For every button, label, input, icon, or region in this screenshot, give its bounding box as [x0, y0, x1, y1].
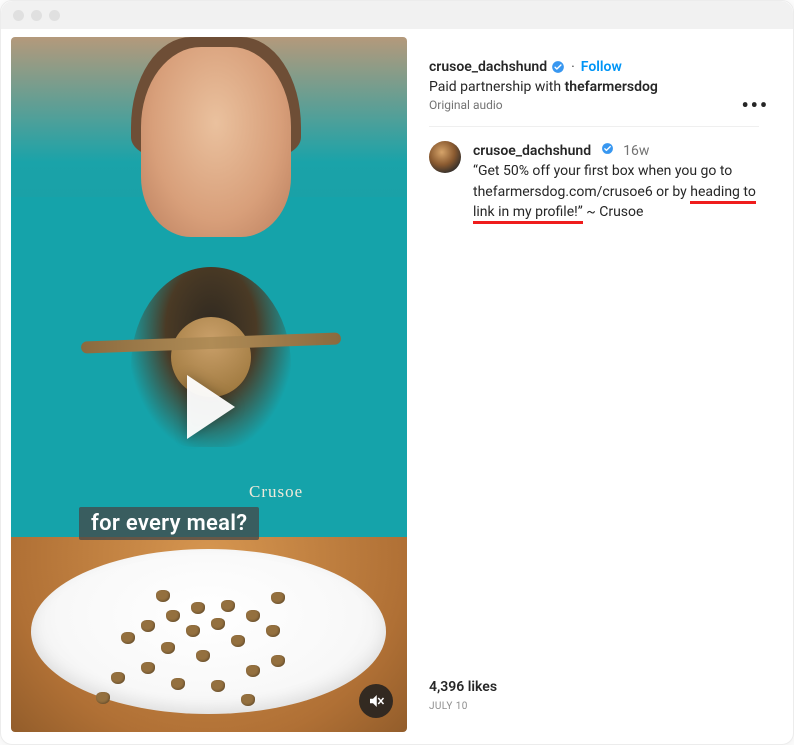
caption-comment: crusoe_dachshund 16w “Get 50% off your f… [429, 141, 759, 222]
kibble-piece [171, 678, 185, 690]
kibble-piece [141, 662, 155, 674]
comment-author-username[interactable]: crusoe_dachshund [473, 143, 591, 159]
kibble-piece [166, 610, 180, 622]
separator-dot: · [569, 59, 577, 75]
audio-muted-icon [367, 692, 385, 710]
kibble-piece [221, 600, 235, 612]
comments-scroll-area[interactable]: crusoe_dachshund 16w “Get 50% off your f… [429, 127, 775, 671]
plate [31, 549, 386, 714]
kibble-piece [186, 625, 200, 637]
post-header: crusoe_dachshund · Follow Paid partnersh… [429, 37, 775, 126]
post-content: Crusoe for every meal? [1, 29, 793, 744]
kibble-piece [156, 590, 170, 602]
more-options-button[interactable]: ••• [741, 93, 769, 117]
comment-text-after: ~ Crusoe [583, 204, 644, 220]
kibble-piece [231, 635, 245, 647]
verified-badge-icon [601, 142, 614, 155]
avatar[interactable] [429, 141, 461, 173]
post-date: July 10 [429, 701, 765, 712]
kibble-piece [161, 642, 175, 654]
kibble-piece [266, 625, 280, 637]
window-minimize-dot[interactable] [31, 10, 42, 21]
video-caption-overlay: for every meal? [79, 507, 259, 540]
play-icon [187, 375, 235, 439]
info-panel: crusoe_dachshund · Follow Paid partnersh… [407, 37, 783, 732]
mute-toggle-button[interactable] [359, 684, 393, 718]
kibble-piece [211, 680, 225, 692]
kibble-piece [246, 610, 260, 622]
kibble-piece [271, 655, 285, 667]
likes-count[interactable]: 4,396 likes [429, 679, 765, 695]
follow-button[interactable]: Follow [581, 59, 622, 75]
kibble-piece [141, 620, 155, 632]
paid-partnership-line: Paid partnership with thefarmersdog [429, 79, 765, 95]
kibble-piece [96, 692, 110, 704]
kibble-piece [111, 672, 125, 684]
kibble-piece [271, 592, 285, 604]
play-button[interactable] [171, 367, 251, 447]
comment-timestamp: 16w [623, 143, 649, 159]
kibble-piece [241, 694, 255, 706]
tshirt-print-label: Crusoe [249, 482, 303, 502]
verified-badge-icon [551, 60, 565, 74]
scroll-spacer [429, 222, 759, 542]
audio-attribution[interactable]: Original audio [429, 98, 765, 112]
kibble-piece [246, 665, 260, 677]
author-username[interactable]: crusoe_dachshund [429, 59, 547, 75]
kibble-piece [196, 650, 210, 662]
kibble-piece [211, 618, 225, 630]
window-zoom-dot[interactable] [49, 10, 60, 21]
kibble-piece [121, 632, 135, 644]
person-face [141, 47, 291, 237]
window-title-bar [1, 1, 793, 29]
partner-name[interactable]: thefarmersdog [565, 79, 658, 95]
comment-body: crusoe_dachshund 16w “Get 50% off your f… [473, 141, 759, 222]
post-footer: 4,396 likes July 10 [429, 671, 775, 732]
header-top-row: crusoe_dachshund · Follow [429, 59, 765, 75]
browser-window: Crusoe for every meal? [0, 0, 794, 745]
kibble-piece [191, 602, 205, 614]
window-close-dot[interactable] [13, 10, 24, 21]
paid-partnership-prefix: Paid partnership with [429, 79, 565, 95]
media-video-frame[interactable]: Crusoe for every meal? [11, 37, 407, 732]
